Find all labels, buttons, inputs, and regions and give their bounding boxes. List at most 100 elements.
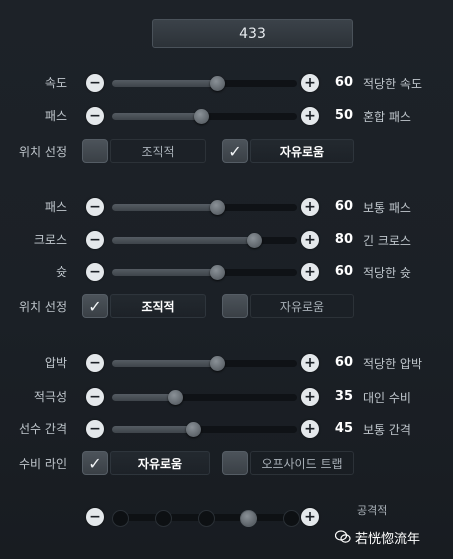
slider-stop[interactable] xyxy=(197,510,215,527)
check-icon: ✓ xyxy=(228,141,242,161)
watermark: 若恍惚流年 xyxy=(335,529,421,547)
slider-fill xyxy=(112,426,194,433)
slider-description: 대인 수비 xyxy=(363,391,411,405)
slider-track[interactable] xyxy=(112,109,297,124)
slider-handle[interactable] xyxy=(210,356,226,371)
slider-handle[interactable] xyxy=(247,233,263,248)
slider-track[interactable] xyxy=(112,76,297,91)
slider-track[interactable] xyxy=(112,200,297,215)
slider-stop[interactable] xyxy=(282,510,300,527)
slider-value: 60 xyxy=(334,75,353,90)
slider-row-speed: 속도 − + 60 적당한 속도 xyxy=(0,71,453,95)
option-organized[interactable]: 조직적 xyxy=(110,294,206,318)
slider-row-shooting: 슛 − + 60 적당한 슛 xyxy=(0,260,453,284)
decrease-button[interactable]: − xyxy=(86,354,104,372)
slider-row-pressure: 압박 − + 60 적당한 압박 xyxy=(0,351,453,375)
row-label: 위치 선정 xyxy=(19,145,67,159)
slider-description: 적당한 속도 xyxy=(363,77,423,91)
decrease-button[interactable]: − xyxy=(86,420,104,438)
increase-button[interactable]: + xyxy=(301,263,319,281)
slider-track[interactable] xyxy=(112,356,297,371)
slider-fill xyxy=(112,269,218,276)
slider-value: 60 xyxy=(334,199,353,214)
slider-handle[interactable] xyxy=(167,390,183,405)
row-label: 패스 xyxy=(44,109,67,123)
row-label: 슛 xyxy=(55,265,67,279)
slider-stop[interactable] xyxy=(154,510,172,527)
positioning-row-1: 위치 선정 조직적 ✓ 자유로움 xyxy=(0,138,453,164)
slider-handle[interactable] xyxy=(186,422,202,437)
wechat-icon xyxy=(335,530,351,543)
tactics-panel: 433 속도 − + 60 적당한 속도 패스 − + 50 혼합 패스 위치 … xyxy=(0,0,453,559)
checkbox-free[interactable]: ✓ xyxy=(222,139,248,163)
decrease-button[interactable]: − xyxy=(86,74,104,92)
increase-button[interactable]: + xyxy=(301,354,319,372)
slider-fill xyxy=(112,360,218,367)
option-offside-trap[interactable]: 오프사이드 트랩 xyxy=(250,451,354,475)
row-label: 압박 xyxy=(44,356,67,370)
checkbox-organized[interactable] xyxy=(82,139,108,163)
slider-fill xyxy=(112,237,255,244)
row-label: 적극성 xyxy=(33,390,67,404)
row-label: 패스 xyxy=(44,200,67,214)
checkbox-offside-trap[interactable] xyxy=(222,451,248,475)
increase-button[interactable]: + xyxy=(301,231,319,249)
decrease-button[interactable]: − xyxy=(86,107,104,125)
slider-description: 보통 패스 xyxy=(363,201,411,215)
increase-button[interactable]: + xyxy=(301,388,319,406)
slider-value: 80 xyxy=(334,232,353,247)
slider-track[interactable] xyxy=(112,390,297,405)
slider-description: 적당한 슛 xyxy=(363,266,411,280)
slider-handle[interactable] xyxy=(210,265,226,280)
slider-value: 60 xyxy=(334,355,353,370)
slider-track[interactable] xyxy=(112,265,297,280)
increase-button[interactable]: + xyxy=(301,420,319,438)
formation-display[interactable]: 433 xyxy=(152,19,353,48)
increase-button[interactable]: + xyxy=(301,74,319,92)
slider-row-crossing: 크로스 − + 80 긴 크로스 xyxy=(0,228,453,252)
option-free[interactable]: 자유로움 xyxy=(250,294,354,318)
row-label: 수비 라인 xyxy=(19,457,67,471)
slider-handle[interactable] xyxy=(210,200,226,215)
watermark-text: 若恍惚流年 xyxy=(355,531,421,547)
slider-handle[interactable] xyxy=(210,76,226,91)
slider-handle[interactable] xyxy=(193,109,209,124)
slider-fill xyxy=(112,394,175,401)
slider-description: 적당한 압박 xyxy=(363,357,423,371)
slider-description: 보통 간격 xyxy=(363,423,411,437)
slider-value: 45 xyxy=(334,421,353,436)
increase-button[interactable]: + xyxy=(301,508,319,526)
row-label: 속도 xyxy=(44,76,67,90)
attack-slider-track[interactable] xyxy=(112,510,300,527)
increase-button[interactable]: + xyxy=(301,107,319,125)
row-label: 크로스 xyxy=(33,233,67,247)
slider-row-team-width: 선수 간격 − + 45 보통 간격 xyxy=(0,417,453,441)
check-icon: ✓ xyxy=(88,453,102,473)
option-free[interactable]: 자유로움 xyxy=(250,139,354,163)
slider-track[interactable] xyxy=(112,422,297,437)
slider-value: 50 xyxy=(334,108,353,123)
option-organized[interactable]: 조직적 xyxy=(110,139,206,163)
option-free[interactable]: 자유로움 xyxy=(110,451,210,475)
slider-row-passing-2: 패스 − + 60 보통 패스 xyxy=(0,195,453,219)
slider-row-passing: 패스 − + 50 혼합 패스 xyxy=(0,104,453,128)
decrease-button[interactable]: − xyxy=(86,263,104,281)
slider-track[interactable] xyxy=(112,233,297,248)
decrease-button[interactable]: − xyxy=(86,198,104,216)
slider-fill xyxy=(112,80,218,87)
increase-button[interactable]: + xyxy=(301,198,319,216)
checkbox-free[interactable] xyxy=(222,294,248,318)
slider-stop-selected[interactable] xyxy=(240,510,258,527)
decrease-button[interactable]: − xyxy=(86,388,104,406)
row-label: 위치 선정 xyxy=(19,300,67,314)
decrease-button[interactable]: − xyxy=(86,508,104,526)
slider-row-aggression: 적극성 − + 35 대인 수비 xyxy=(0,385,453,409)
checkbox-organized[interactable]: ✓ xyxy=(82,294,108,318)
checkbox-free[interactable]: ✓ xyxy=(82,451,108,475)
positioning-row-2: 위치 선정 ✓ 조직적 자유로움 xyxy=(0,293,453,319)
slider-description: 혼합 패스 xyxy=(363,110,411,124)
decrease-button[interactable]: − xyxy=(86,231,104,249)
formation-value: 433 xyxy=(239,25,266,42)
slider-value: 35 xyxy=(334,389,353,404)
slider-stop[interactable] xyxy=(112,510,130,527)
